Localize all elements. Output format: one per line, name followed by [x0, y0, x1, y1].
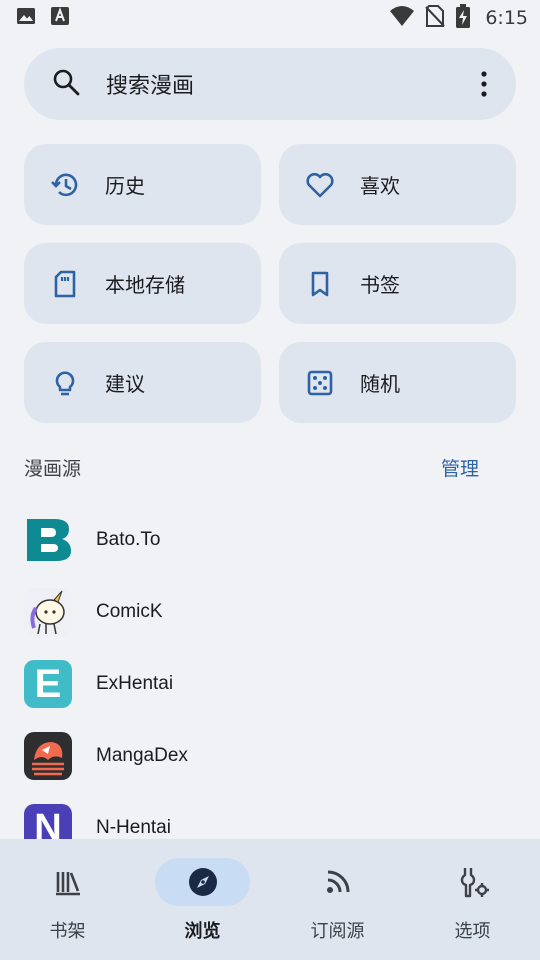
comick-unicorn-logo-icon	[24, 588, 72, 636]
search-placeholder[interactable]: 搜索漫画	[106, 68, 194, 100]
status-time: 6:15	[485, 7, 528, 29]
mangadex-logo-icon	[24, 732, 72, 780]
search-bar[interactable]: 搜索漫画	[24, 48, 516, 120]
sources-section-title: 漫画源	[24, 458, 82, 480]
tile-label: 历史	[105, 174, 145, 198]
sd-card-icon	[50, 269, 80, 299]
history-icon	[50, 170, 80, 200]
no-sim-icon	[425, 5, 446, 31]
nav-label: 订阅源	[310, 921, 365, 942]
bato-logo-icon	[24, 516, 72, 564]
heart-icon	[305, 170, 335, 200]
lightbulb-icon	[50, 368, 80, 398]
tile-favorites[interactable]: 喜欢	[279, 144, 516, 225]
nav-item-browse[interactable]: 浏览	[135, 839, 270, 960]
tile-suggestions[interactable]: 建议	[24, 342, 261, 423]
a-keyboard-icon	[50, 6, 70, 30]
nav-item-subscriptions[interactable]: 订阅源	[270, 839, 405, 960]
status-bar: 6:15	[0, 0, 540, 36]
nav-item-bookshelf[interactable]: 书架	[0, 839, 135, 960]
source-item-exhentai[interactable]: E ExHentai	[24, 660, 516, 708]
exhentai-logo-icon: E	[24, 660, 72, 708]
search-icon[interactable]	[52, 68, 80, 100]
source-name: ComicK	[96, 601, 163, 622]
source-name: Bato.To	[96, 529, 161, 550]
nav-item-options[interactable]: 选项	[405, 839, 540, 960]
tile-label: 书签	[360, 273, 400, 297]
wifi-icon	[389, 5, 415, 31]
logo-letter: E	[34, 661, 62, 706]
tile-random[interactable]: 随机	[279, 342, 516, 423]
tile-label: 本地存储	[105, 273, 185, 297]
bookmark-icon	[305, 269, 335, 299]
nav-label: 浏览	[184, 921, 221, 942]
source-name: MangaDex	[96, 745, 188, 766]
tile-label: 喜欢	[360, 174, 400, 198]
battery-charging-icon	[455, 4, 471, 32]
manage-sources-button[interactable]: 管理	[441, 454, 479, 481]
tile-history[interactable]: 历史	[24, 144, 261, 225]
nav-label: 书架	[49, 921, 86, 942]
tile-bookmarks[interactable]: 书签	[279, 243, 516, 324]
compass-icon	[155, 858, 250, 906]
image-icon	[16, 6, 36, 30]
tile-label: 随机	[360, 372, 400, 396]
source-item-mangadex[interactable]: MangaDex	[24, 732, 516, 780]
tile-label: 建议	[105, 372, 145, 396]
library-icon	[20, 858, 115, 906]
source-name: N-Hentai	[96, 817, 171, 838]
source-item-bato[interactable]: Bato.To	[24, 516, 516, 564]
more-vert-icon[interactable]	[480, 71, 488, 97]
nav-label: 选项	[454, 921, 491, 942]
settings-tools-icon	[425, 858, 520, 906]
rss-icon	[290, 858, 385, 906]
bottom-navigation: 书架 浏览 订阅源 选项	[0, 839, 540, 960]
tile-local-storage[interactable]: 本地存储	[24, 243, 261, 324]
dice-icon	[305, 368, 335, 398]
source-name: ExHentai	[96, 673, 174, 694]
source-item-comick[interactable]: ComicK	[24, 588, 516, 636]
